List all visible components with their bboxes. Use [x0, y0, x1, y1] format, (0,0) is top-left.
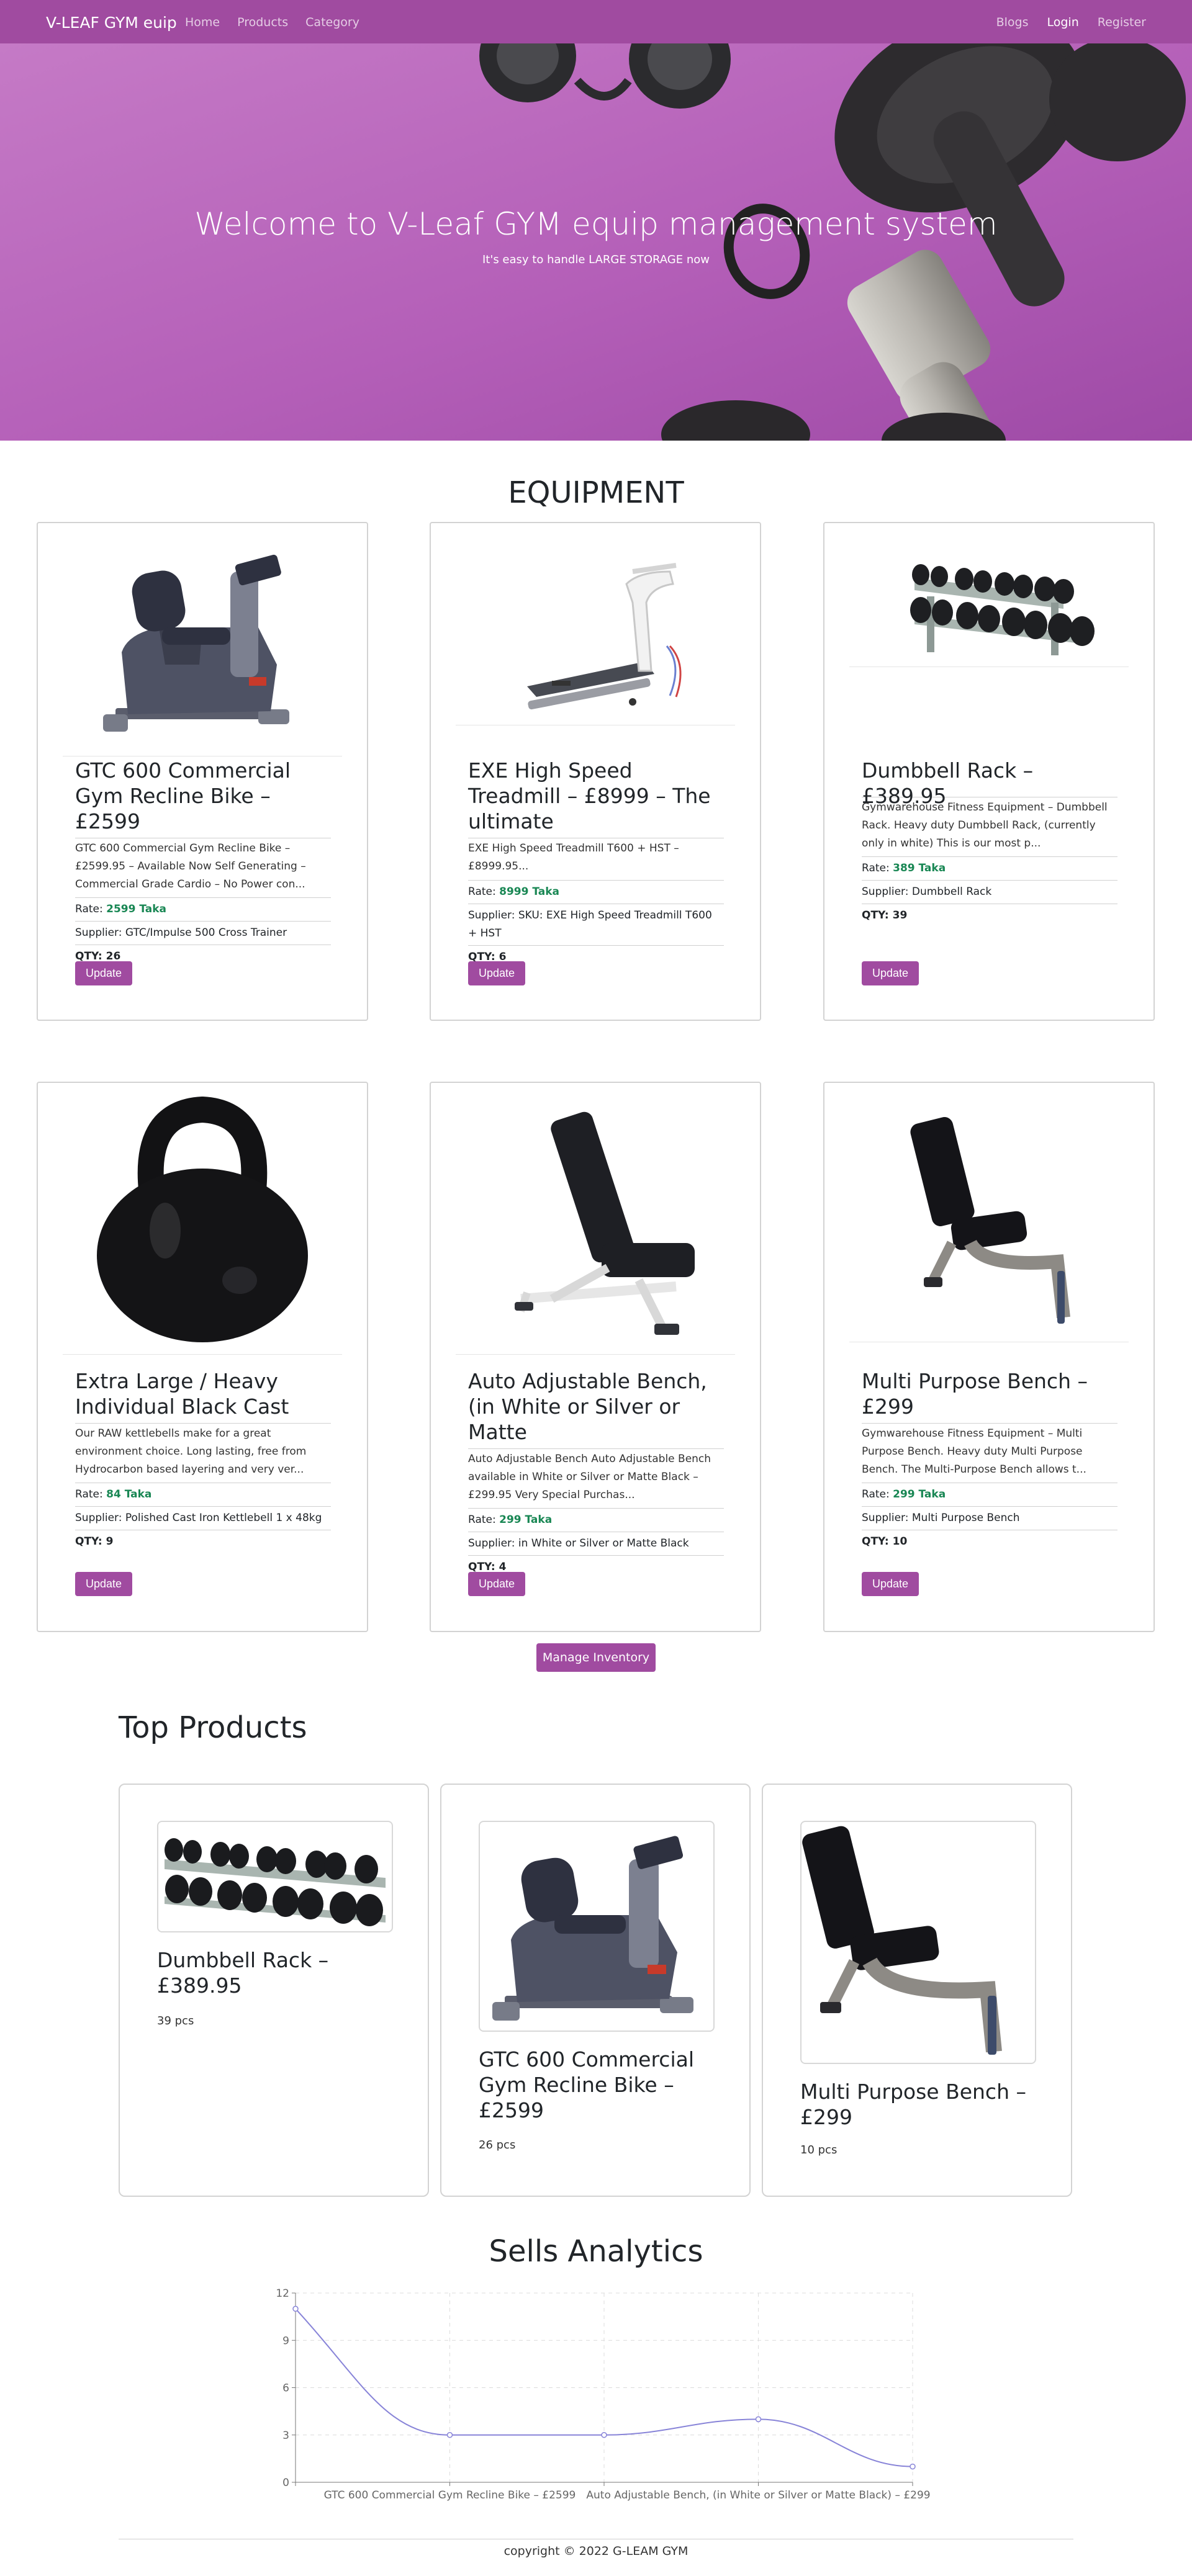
equipment-rate: Rate: 2599 Taka: [75, 898, 331, 922]
hero-subtitle: It's easy to handle LARGE STORAGE now: [482, 253, 710, 266]
equipment-card: Dumbbell Rack – £389.95 Gymwarehouse Fit…: [823, 522, 1155, 1021]
nav-login-link[interactable]: Login: [1047, 16, 1079, 29]
chart-y-tick-label: 0: [282, 2477, 289, 2489]
equipment-description: Our RAW kettlebells make for a great env…: [75, 1424, 331, 1483]
sells-analytics-chart: 0 3 6 9 12 GTC 600 Commercial Gym Recline Bi…: [276, 2287, 931, 2502]
brand-logo[interactable]: V-LEAF GYM euip: [46, 14, 177, 32]
equipment-description: GTC 600 Commercial Gym Recline Bike – £2…: [75, 838, 331, 898]
top-product-qty: 26 pcs: [479, 2138, 516, 2152]
equipment-card-body: EXE High Speed Treadmill – £8999 – The u…: [468, 758, 724, 966]
footer-copyright: copyright © 2022 G-LEAM GYM: [503, 2544, 689, 2558]
top-product-card: Dumbbell Rack – £389.95 39 pcs: [119, 1784, 429, 2197]
equipment-supplier: Supplier: in White or Silver or Matte Bl…: [468, 1532, 724, 1556]
chart-y-tick-label: 12: [276, 2287, 289, 2300]
manage-inventory-button[interactable]: Manage Inventory: [536, 1643, 656, 1672]
chart-x-tick-label: GTC 600 Commercial Gym Recline Bike – £2…: [324, 2489, 576, 2502]
equipment-supplier: Supplier: SKU: EXE High Speed Treadmill …: [468, 904, 724, 946]
equipment-card-body: Dumbbell Rack – £389.95 Gymwarehouse Fit…: [862, 758, 1118, 925]
equipment-card: Extra Large / Heavy Individual Black Cas…: [37, 1082, 368, 1632]
equipment-rate: Rate: 299 Taka: [468, 1509, 724, 1532]
equipment-card: Multi Purpose Bench – £299 Gymwarehouse …: [823, 1082, 1155, 1632]
equipment-supplier: Supplier: Multi Purpose Bench: [862, 1507, 1118, 1530]
equipment-supplier: Supplier: Polished Cast Iron Kettlebell …: [75, 1507, 331, 1530]
multi-purpose-bench-image: [849, 1094, 1129, 1342]
update-button[interactable]: Update: [75, 961, 133, 985]
top-product-name: Multi Purpose Bench – £299: [800, 2080, 1026, 2129]
chart-point: [292, 2305, 299, 2312]
recline-bike-image: [63, 534, 342, 756]
equipment-title-text: Auto Adjustable Bench, (in White or Silv…: [468, 1368, 724, 1449]
chart-point: [910, 2463, 916, 2470]
update-button[interactable]: Update: [468, 961, 526, 985]
equipment-title-text: EXE High Speed Treadmill – £8999 – The u…: [468, 758, 724, 838]
top-products-title: Top Products: [119, 1710, 307, 1745]
equipment-description: EXE High Speed Treadmill T600 + HST – £8…: [468, 838, 724, 881]
top-product-image: [800, 1821, 1036, 2064]
chart-y-tick-label: 6: [282, 2382, 289, 2395]
hero-title: Welcome to V-Leaf GYM equip management s…: [194, 206, 998, 242]
equipment-rate: Rate: 84 Taka: [75, 1483, 331, 1507]
equipment-card: GTC 600 Commercial Gym Recline Bike – £2…: [37, 522, 368, 1021]
chart-point: [446, 2432, 453, 2438]
equipment-title-text: GTC 600 Commercial Gym Recline Bike – £2…: [75, 758, 331, 838]
chart-point: [755, 2416, 762, 2423]
equipment-card-body: Multi Purpose Bench – £299 Gymwarehouse …: [862, 1368, 1118, 1551]
chart-y-tick-label: 9: [282, 2335, 289, 2347]
equipment-title-text: Multi Purpose Bench – £299: [862, 1368, 1118, 1424]
equipment-card-body: Extra Large / Heavy Individual Black Cas…: [75, 1368, 331, 1551]
treadmill-image: [456, 534, 735, 725]
equipment-rate: Rate: 389 Taka: [862, 857, 1118, 881]
equipment-rate: Rate: 8999 Taka: [468, 881, 724, 904]
navbar: V-LEAF GYM euip Home Products Category B…: [0, 0, 1192, 43]
chart-y-tick-label: 3: [282, 2430, 289, 2442]
top-product-name: GTC 600 Commercial Gym Recline Bike – £2…: [479, 2047, 694, 2122]
kettlebell-image: [63, 1094, 342, 1355]
equipment-card-body: Auto Adjustable Bench, (in White or Silv…: [468, 1368, 724, 1576]
top-product-image: [479, 1821, 715, 2032]
update-button[interactable]: Update: [468, 1572, 526, 1596]
chart-y-axis: 0 3 6 9 12: [276, 2287, 296, 2489]
chart-x-tick-label: Auto Adjustable Bench, (in White or Silv…: [586, 2489, 930, 2502]
chart-x-axis: GTC 600 Commercial Gym Recline Bike – £2…: [295, 2482, 931, 2502]
equipment-description: Gymwarehouse Fitness Equipment – Multi P…: [862, 1424, 1118, 1483]
equipment-card: Auto Adjustable Bench, (in White or Silv…: [430, 1082, 761, 1632]
top-product-qty: 10 pcs: [800, 2143, 838, 2156]
equipment-card: EXE High Speed Treadmill – £8999 – The u…: [430, 522, 761, 1021]
top-product-card: GTC 600 Commercial Gym Recline Bike – £2…: [440, 1784, 751, 2197]
update-button[interactable]: Update: [75, 1572, 133, 1596]
nav-blogs-link[interactable]: Blogs: [996, 16, 1029, 29]
equipment-supplier: Supplier: GTC/Impulse 500 Cross Trainer: [75, 922, 331, 945]
hero-banner: Welcome to V-Leaf GYM equip management s…: [0, 43, 1192, 441]
chart-grid: [295, 2292, 913, 2483]
equipment-description: Gymwarehouse Fitness Equipment – Dumbbel…: [862, 797, 1118, 857]
nav-register-link[interactable]: Register: [1098, 16, 1146, 29]
adjustable-bench-image: [456, 1094, 735, 1355]
equipment-description: Auto Adjustable Bench Auto Adjustable Be…: [468, 1449, 724, 1509]
equipment-title: EQUIPMENT: [508, 475, 684, 510]
equipment-rate: Rate: 299 Taka: [862, 1483, 1118, 1507]
dumbbell-rack-image: [849, 534, 1129, 667]
chart-point: [601, 2432, 607, 2438]
nav-home-link[interactable]: Home: [185, 16, 220, 29]
equipment-qty: QTY: 9: [75, 1535, 114, 1548]
equipment-title-text: Dumbbell Rack – £389.95: [862, 758, 1118, 808]
update-button[interactable]: Update: [862, 1572, 919, 1596]
top-product-image: [157, 1821, 393, 1932]
sells-analytics-title: Sells Analytics: [489, 2234, 703, 2269]
equipment-qty: QTY: 10: [862, 1535, 908, 1548]
nav-left: Home Products Category: [185, 16, 359, 29]
nav-products-link[interactable]: Products: [237, 16, 288, 29]
equipment-qty: QTY: 39: [862, 909, 908, 922]
hero-background-image: [0, 43, 1192, 441]
top-product-name: Dumbbell Rack – £389.95: [157, 1948, 329, 1998]
update-button[interactable]: Update: [862, 961, 919, 985]
top-product-qty: 39 pcs: [157, 2014, 194, 2027]
equipment-supplier: Supplier: Dumbbell Rack: [862, 881, 1118, 904]
equipment-title-text: Extra Large / Heavy Individual Black Cas…: [75, 1368, 331, 1424]
top-product-card: Multi Purpose Bench – £299 10 pcs: [762, 1784, 1072, 2197]
nav-category-link[interactable]: Category: [305, 16, 359, 29]
nav-right: Blogs Login Register: [996, 16, 1146, 29]
equipment-card-body: GTC 600 Commercial Gym Recline Bike – £2…: [75, 758, 331, 966]
